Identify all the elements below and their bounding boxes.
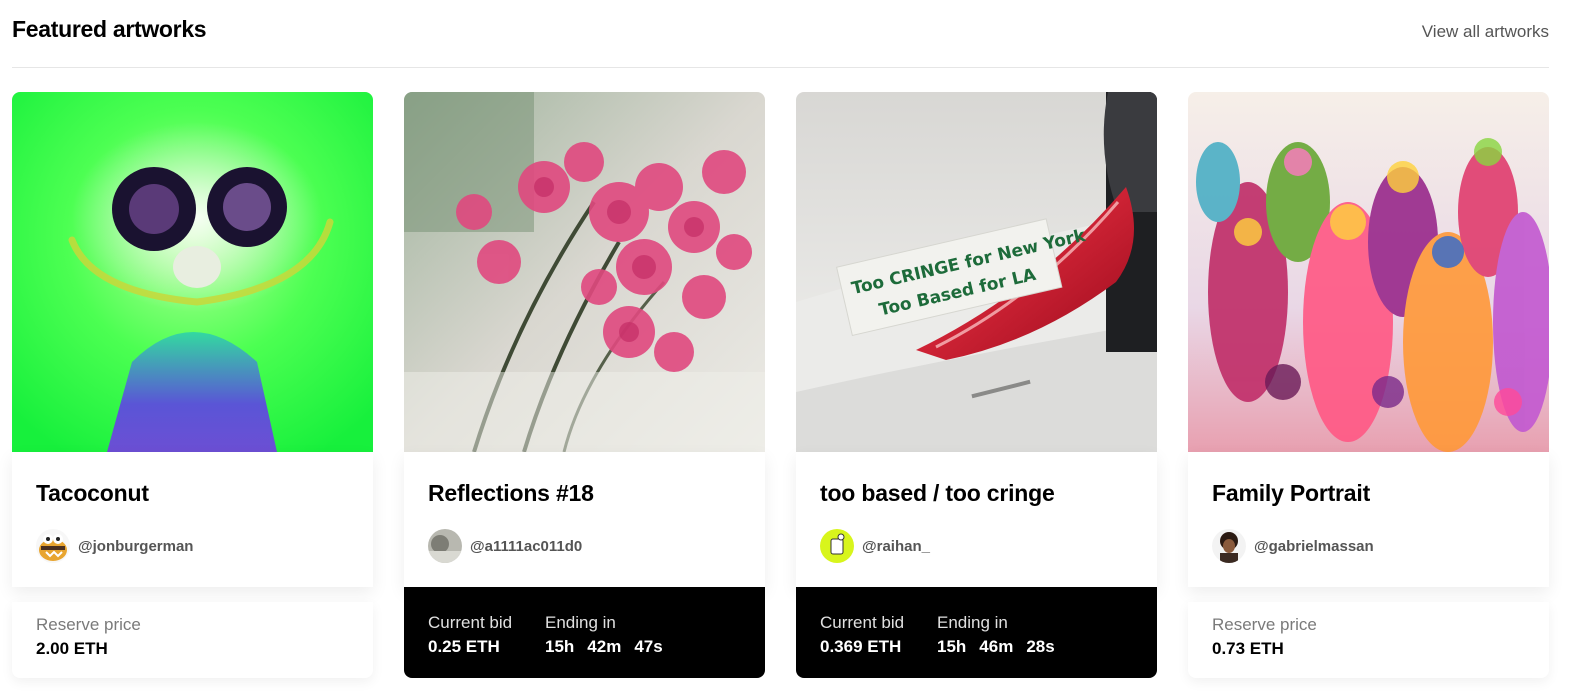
ending-in-label: Ending in xyxy=(545,613,616,632)
timer-hours: 15h xyxy=(545,637,575,656)
timer-seconds: 47s xyxy=(634,637,663,656)
artwork-image[interactable] xyxy=(12,92,373,452)
creator-link[interactable]: @gabrielmassan xyxy=(1212,529,1374,563)
current-bid-value: 0.369 ETH xyxy=(820,637,902,656)
section-title: Featured artworks xyxy=(12,16,207,42)
artwork-title[interactable]: Family Portrait xyxy=(1212,480,1370,507)
ending-in-label: Ending in xyxy=(937,613,1008,632)
creator-link[interactable]: @a1111ac011d0 xyxy=(428,529,582,563)
current-bid-value: 0.25 ETH xyxy=(428,637,500,656)
card-info: Family Portrait @gabrielmassan xyxy=(1188,452,1549,587)
creator-handle: @raihan_ xyxy=(862,537,930,555)
avatar xyxy=(820,529,854,563)
view-all-link[interactable]: View all artworks xyxy=(1422,22,1549,42)
timer-hours: 15h xyxy=(937,637,967,656)
current-bid-label: Current bid xyxy=(428,613,513,632)
artwork-card[interactable]: Too CRINGE for New York Too Based for LA… xyxy=(796,92,1157,678)
timer-seconds: 28s xyxy=(1026,637,1055,656)
price-value: 2.00 ETH xyxy=(36,639,108,658)
price-panel: Reserve price 0.73 ETH xyxy=(1188,602,1549,678)
card-info: Tacoconut @jonburgerman xyxy=(12,452,373,587)
avatar xyxy=(36,529,70,563)
artwork-card[interactable]: Family Portrait @gabrielmassan Reserve p… xyxy=(1188,92,1549,678)
creator-link[interactable]: @jonburgerman xyxy=(36,529,193,563)
artwork-card[interactable]: Tacoconut @jonburgerman Reserve price 2.… xyxy=(12,92,373,678)
timer-minutes: 42m xyxy=(587,637,622,656)
artwork-image[interactable] xyxy=(404,92,765,452)
creator-handle: @gabrielmassan xyxy=(1254,537,1374,555)
auction-panel: Current bid 0.25 ETH Ending in 15h 42m 47s xyxy=(404,587,765,678)
current-bid-label: Current bid xyxy=(820,613,905,632)
avatar xyxy=(1212,529,1246,563)
card-info: Reflections #18 @a1111ac011d0 xyxy=(404,452,765,587)
countdown-timer: 15h 42m 47s xyxy=(545,637,676,657)
countdown-timer: 15h 46m 28s xyxy=(937,637,1068,657)
artwork-image[interactable]: Too CRINGE for New York Too Based for LA xyxy=(796,92,1157,452)
auction-panel: Current bid 0.369 ETH Ending in 15h 46m 28… xyxy=(796,587,1157,678)
creator-handle: @jonburgerman xyxy=(78,537,194,555)
timer-minutes: 46m xyxy=(979,637,1014,656)
price-label: Reserve price xyxy=(1212,615,1317,634)
price-panel: Reserve price 2.00 ETH xyxy=(12,602,373,678)
artwork-image[interactable] xyxy=(1188,92,1549,452)
avatar xyxy=(428,529,462,563)
artwork-title[interactable]: too based / too cringe xyxy=(820,480,1055,507)
artwork-card[interactable]: Reflections #18 @a1111ac011d0 Current bi… xyxy=(404,92,765,678)
artwork-title[interactable]: Reflections #18 xyxy=(428,480,594,507)
price-label: Reserve price xyxy=(36,615,141,634)
artwork-title[interactable]: Tacoconut xyxy=(36,480,149,507)
creator-handle: @a1111ac011d0 xyxy=(470,537,583,555)
card-info: too based / too cringe @raihan_ xyxy=(796,452,1157,587)
creator-link[interactable]: @raihan_ xyxy=(820,529,930,563)
price-value: 0.73 ETH xyxy=(1212,639,1284,658)
section-header: Featured artworks View all artworks xyxy=(12,0,1549,68)
